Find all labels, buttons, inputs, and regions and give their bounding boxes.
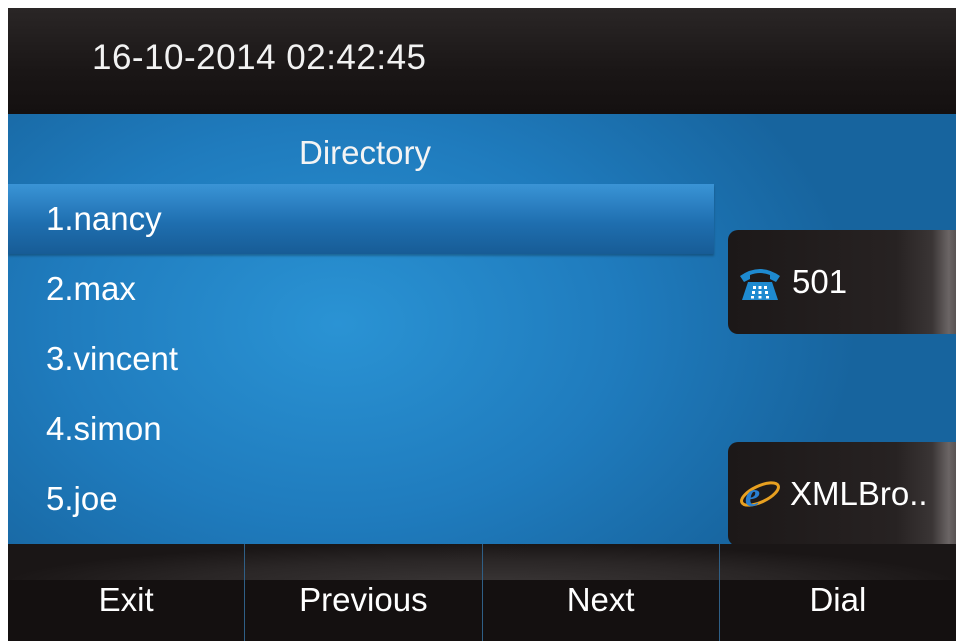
list-item[interactable]: 2.max — [8, 254, 714, 324]
list-item[interactable]: 5.joe — [8, 464, 714, 534]
svg-text:e: e — [745, 477, 760, 514]
list-item[interactable]: 4.simon — [8, 394, 714, 464]
directory-list: 1.nancy 2.max 3.vincent 4.simon 5.joe — [8, 184, 714, 534]
phone-icon — [736, 262, 784, 302]
next-button[interactable]: Next — [481, 544, 719, 641]
exit-button[interactable]: Exit — [8, 544, 244, 641]
directory-panel: Directory 1.nancy 2.max 3.vincent 4.simo… — [8, 114, 956, 546]
xml-browser-key[interactable]: e XMLBro.. — [728, 442, 956, 546]
datetime: 16-10-2014 02:42:45 — [92, 38, 427, 77]
line-key-label: 501 — [792, 263, 848, 300]
xml-browser-label: XMLBro.. — [790, 475, 928, 512]
list-item[interactable]: 3.vincent — [8, 324, 714, 394]
previous-button[interactable]: Previous — [244, 544, 481, 641]
list-item[interactable]: 1.nancy — [8, 184, 714, 254]
phone-screen: 16-10-2014 02:42:45 Directory 1.nancy 2.… — [8, 8, 956, 641]
softkey-bar: Exit Previous Next Dial — [8, 544, 956, 641]
status-bar: 16-10-2014 02:42:45 — [8, 8, 956, 114]
dial-button[interactable]: Dial — [718, 544, 956, 641]
line-key-501[interactable]: 501 — [728, 230, 956, 334]
browser-icon: e — [736, 472, 782, 516]
page-title: Directory — [298, 134, 432, 171]
